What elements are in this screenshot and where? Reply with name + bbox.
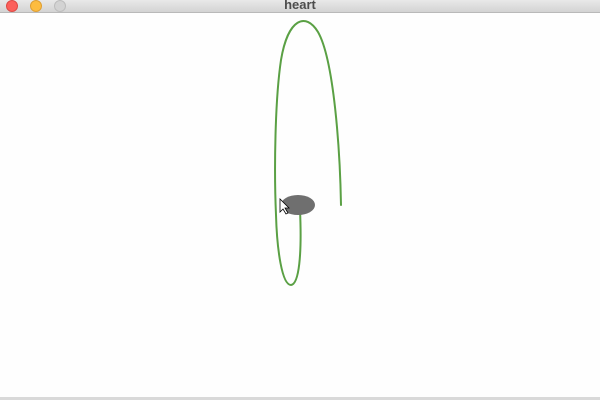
drawing-canvas[interactable] xyxy=(0,13,600,400)
drawn-curve xyxy=(274,20,342,286)
app-window: heart xyxy=(0,0,600,400)
title-bar[interactable]: heart xyxy=(0,0,600,13)
drawing-svg xyxy=(274,20,342,286)
window-title: heart xyxy=(284,0,316,12)
